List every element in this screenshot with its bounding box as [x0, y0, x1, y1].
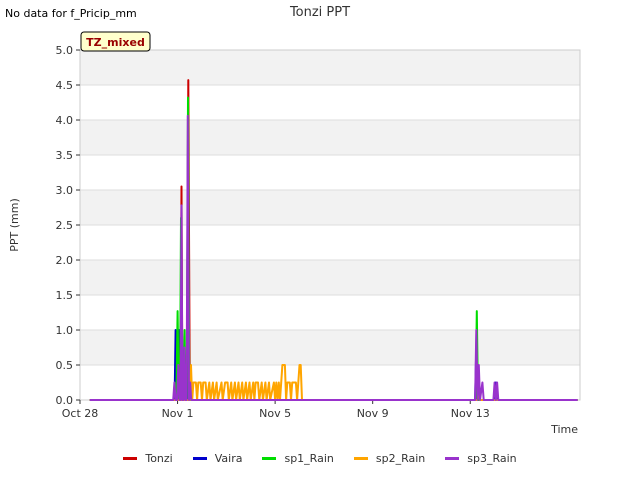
grid-band: [80, 295, 580, 330]
legend-label: Tonzi: [145, 452, 173, 465]
x-tick-label: Oct 28: [62, 407, 99, 420]
x-tick-label: Nov 13: [451, 407, 490, 420]
grid-band: [80, 330, 580, 365]
plot-background: [79, 49, 581, 401]
x-axis-label: Time: [550, 423, 578, 436]
grid-band: [80, 190, 580, 225]
y-tick-label: 0.0: [56, 394, 74, 407]
x-tick-label: Nov 9: [357, 407, 389, 420]
y-tick-label: 1.5: [56, 289, 74, 302]
tz-badge: TZ_mixed: [80, 31, 151, 52]
legend-label: sp2_Rain: [375, 452, 426, 465]
legend-item: sp2_Rain: [353, 452, 426, 465]
y-tick-label: 5.0: [56, 44, 74, 57]
y-tick-label: 2.5: [56, 219, 74, 232]
y-tick-label: 4.5: [56, 79, 74, 92]
y-axis-label: PPT (mm): [8, 198, 21, 252]
legend-item: Tonzi: [123, 452, 173, 465]
x-tick-label: Nov 1: [162, 407, 194, 420]
x-tick-label: Nov 5: [259, 407, 291, 420]
legend-swatch: [445, 457, 460, 460]
y-tick-label: 3.5: [56, 149, 74, 162]
y-tick-label: 0.5: [56, 359, 74, 372]
chart-title: Tonzi PPT: [289, 5, 350, 20]
legend-swatch: [353, 457, 368, 460]
grid-band: [80, 120, 580, 155]
grid-band: [80, 225, 580, 260]
legend-item: Vaira: [192, 452, 243, 465]
chart: Tonzi PPT 0.0 0.5 1.0 1.5 2.0 2.5 3.0 3.5 4.0 4.5…: [8, 5, 581, 436]
grid-band: [80, 365, 580, 400]
legend-label: sp1_Rain: [284, 452, 334, 465]
y-tick-label: 2.0: [56, 254, 74, 267]
legend: Tonzi Vaira sp1_Rain sp2_Rain sp3_Rain: [0, 452, 640, 465]
grid-band: [80, 155, 580, 190]
grid-band: [80, 260, 580, 295]
y-tick-label: 1.0: [56, 324, 74, 337]
legend-swatch: [192, 457, 207, 460]
grid-band: [80, 85, 580, 120]
tz-badge-label: TZ_mixed: [86, 36, 145, 49]
legend-swatch: [123, 457, 138, 460]
grid-band: [80, 50, 580, 85]
legend-swatch: [262, 457, 277, 460]
legend-item: sp3_Rain: [445, 452, 517, 465]
legend-item: sp1_Rain: [262, 452, 334, 465]
y-tick-label: 3.0: [56, 184, 74, 197]
legend-label: Vaira: [214, 452, 243, 465]
legend-label: sp3_Rain: [467, 452, 517, 465]
x-axis: Oct 28 Nov 1 Nov 5 Nov 9 Nov 13: [62, 400, 490, 420]
y-axis: 0.0 0.5 1.0 1.5 2.0 2.5 3.0 3.5 4.0 4.5 5.0: [56, 44, 80, 407]
y-tick-label: 4.0: [56, 114, 74, 127]
